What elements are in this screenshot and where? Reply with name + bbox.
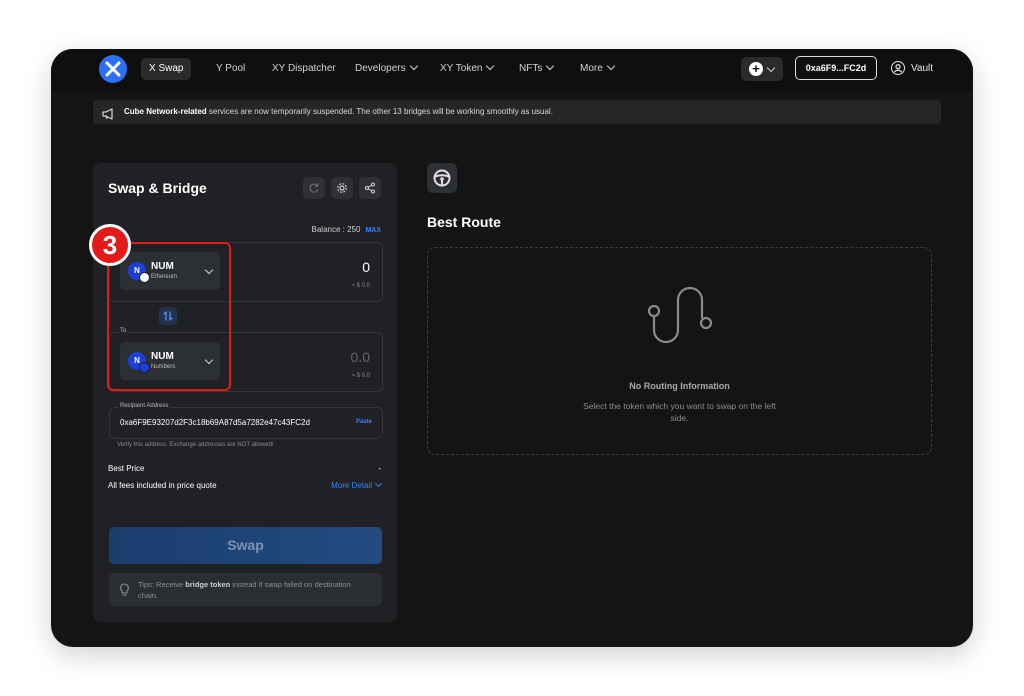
recipient-address-field[interactable]: Recipient Address 0xa6F9E93207d2F3c18b69… [109,403,383,439]
chevron-down-icon [606,61,616,71]
megaphone-icon [102,106,116,130]
vault-label: Vault [911,62,934,74]
nav-nfts[interactable]: NFTs [511,58,561,80]
nav-more[interactable]: More [572,58,622,80]
plus-icon: + [749,62,763,76]
annotation-step-badge: 3 [89,224,131,266]
route-panel: No Routing Information Select the token … [427,247,932,455]
to-amount-output: 0.0 [350,349,370,365]
no-routing-text: Select the token which you want to swap … [583,401,776,423]
verify-address-note: Verify this address. Exchange addresses … [117,442,274,448]
nav-developers-label: Developers [355,63,406,74]
fees-note: All fees included in price quote [108,481,217,490]
nav-xy-dispatcher[interactable]: XY Dispatcher [264,58,344,80]
wallet-address-button[interactable]: 0xa6F9...FC2d [795,56,877,80]
more-detail-label: More Detail [331,481,372,490]
chevron-down-icon [766,63,776,73]
recipient-address-value: 0xa6F9E93207d2F3c18b69A87d5a7282e47c43FC… [120,418,310,427]
chevron-down-icon [486,61,495,71]
share-icon [365,182,375,194]
nav-x-swap[interactable]: X Swap [141,58,192,80]
tips-box: Tips: Receive bridge token instead if sw… [109,573,382,606]
from-usd-value: ≈ $ 0.0 [351,283,370,289]
balance-text: Balance : 250 [311,225,361,234]
chevron-down-icon [409,61,418,71]
lightbulb-icon [119,583,130,601]
steering-wheel-icon [433,169,451,187]
nav-xy-token[interactable]: XY Token [432,58,501,80]
top-nav-bar: X Swap Y Pool XY Dispatcher Developers X… [51,49,973,91]
annotation-highlight-box [107,242,231,391]
route-icon-button[interactable] [427,163,457,193]
nav-more-label: More [580,63,603,74]
tips-prefix: Tips: Receive [138,580,186,589]
xy-logo-icon[interactable] [99,55,127,83]
banner-message: services are now temporarily suspended. … [206,107,553,116]
from-amount-input[interactable]: 0 [362,259,370,275]
share-button[interactable] [359,177,381,199]
chevron-down-icon [546,61,555,71]
best-price-label: Best Price [108,464,145,473]
vault-link[interactable]: Vault [891,61,933,75]
nav-y-pool[interactable]: Y Pool [208,58,253,80]
max-button[interactable]: MAX [365,227,381,234]
swap-button[interactable]: Swap [109,527,382,564]
recipient-label: Recipient Address [118,403,171,409]
nav-nfts-label: NFTs [519,63,543,74]
nav-xy-token-label: XY Token [440,63,483,74]
gear-icon [337,183,347,193]
best-price-value: - [378,464,381,473]
refresh-button[interactable] [303,177,325,199]
settings-button[interactable] [331,177,353,199]
chevron-down-icon [374,479,383,488]
banner-text: Cube Network-related services are now te… [124,100,553,124]
tips-text: Tips: Receive bridge token instead if sw… [138,579,368,601]
best-route-title: Best Route [427,214,501,230]
paste-button[interactable]: Paste [356,419,372,425]
balance-display: Balance : 250 MAX [312,225,382,234]
banner-bold-text: Cube Network-related [124,107,207,116]
no-routing-title: No Routing Information [629,381,730,391]
nav-developers[interactable]: Developers [347,58,425,80]
more-detail-link[interactable]: More Detail [331,479,383,490]
network-select-button[interactable]: + [741,57,783,81]
card-title: Swap & Bridge [108,180,207,196]
route-path-icon [647,286,713,344]
user-icon [891,61,905,75]
tips-bold: bridge token [185,580,231,589]
to-usd-value: ≈ $ 0.0 [351,373,370,379]
announcement-banner: Cube Network-related services are now te… [93,100,941,124]
swap-bridge-card: Swap & Bridge Balance : 250 MAX N NUM Eth… [93,163,397,622]
refresh-icon [309,183,319,193]
